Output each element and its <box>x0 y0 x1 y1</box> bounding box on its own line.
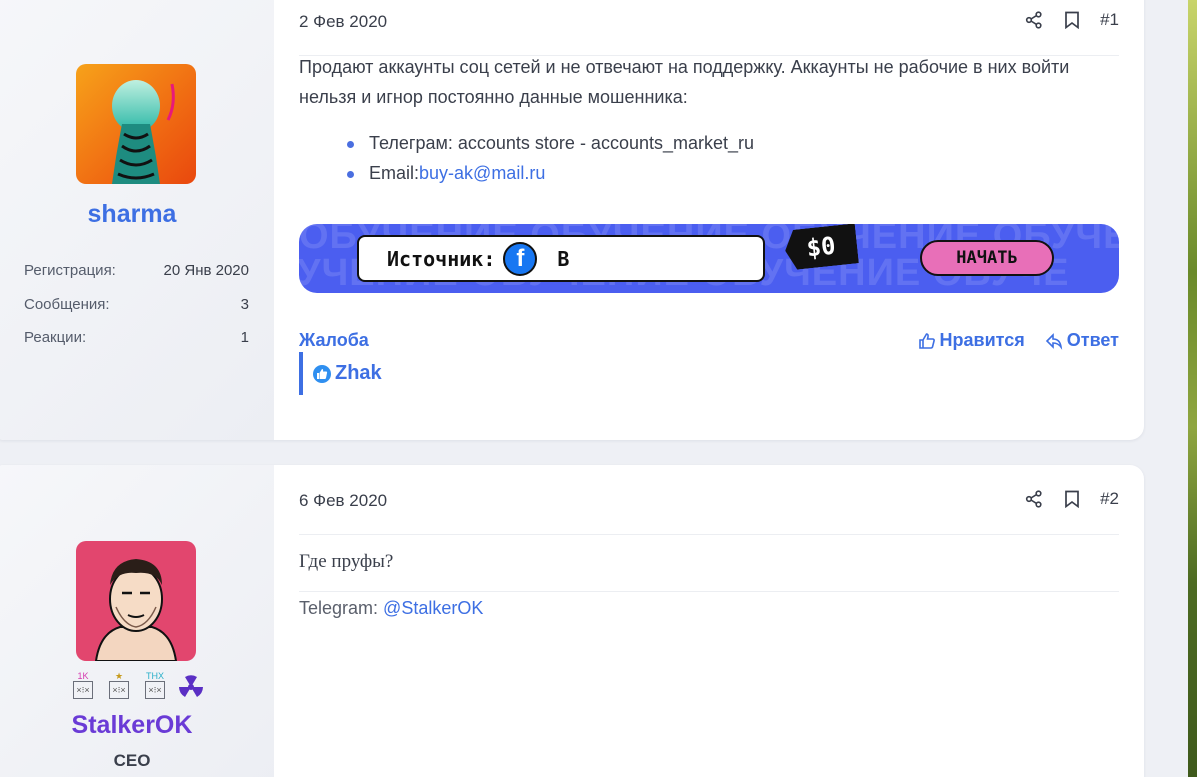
post-content: 2 Фев 2020 #1 Продают аккаунты соц сетей… <box>299 0 1119 440</box>
thumbs-up-icon <box>918 332 935 349</box>
reply-button[interactable]: Ответ <box>1045 330 1119 351</box>
like-reaction-icon <box>313 364 331 383</box>
stat-label: Реакции: <box>24 329 87 346</box>
report-link[interactable]: Жалоба <box>299 330 369 351</box>
signature: Telegram: @StalkerOK <box>299 591 1119 619</box>
list-item: Email:buy-ak@mail.ru <box>347 158 754 188</box>
username-text[interactable]: sharma <box>88 200 177 228</box>
bookmark-icon[interactable] <box>1062 489 1082 509</box>
post-date[interactable]: 6 Фев 2020 <box>299 491 387 511</box>
signature-link[interactable]: @StalkerOK <box>383 598 483 618</box>
username-text[interactable]: StalkerOK <box>72 711 193 739</box>
post-number[interactable]: #1 <box>1100 10 1119 30</box>
badge-thx[interactable]: THX ×⁝× <box>142 671 168 699</box>
background-edge <box>1188 0 1197 777</box>
stat-messages: Сообщения: 3 <box>24 296 249 330</box>
post-2: 1K ×⁝× ★ ×⁝× THX ×⁝× StalkerOK CEO 6 Фев… <box>0 465 1144 777</box>
avatar[interactable] <box>76 64 196 184</box>
trophy-icon: ×⁝× <box>109 681 129 699</box>
user-stats: Регистрация: 20 Янв 2020 Сообщения: 3 Ре… <box>24 262 249 363</box>
badge-radiation[interactable] <box>178 671 204 699</box>
banner-source-box: Источник: f В <box>357 235 765 282</box>
ad-banner[interactable]: ОБУЧЕНИЕ ОБУЧЕНИЕ ОБУЧЕНИЕ ОБУЧЕ ОБУЧЕНИ… <box>299 224 1119 293</box>
post-number[interactable]: #2 <box>1100 489 1119 509</box>
price-tag: $0 <box>783 224 859 271</box>
post-date[interactable]: 2 Фев 2020 <box>299 12 387 32</box>
stat-label: Регистрация: <box>24 262 116 279</box>
post-1: sharma Регистрация: 20 Янв 2020 Сообщени… <box>0 0 1144 440</box>
footer-actions: Нравится Ответ <box>918 330 1119 351</box>
stat-label: Сообщения: <box>24 295 110 313</box>
reply-icon <box>1045 332 1062 350</box>
trophy-icon: ×⁝× <box>73 681 93 699</box>
list-item: Телеграм: accounts store - accounts_mark… <box>347 128 754 158</box>
email-link[interactable]: buy-ak@mail.ru <box>419 163 545 183</box>
telegram-contact: Телеграм: accounts store - accounts_mark… <box>369 133 755 153</box>
post-content: 6 Фев 2020 #2 Где пруфы? Telegram: @Stal… <box>299 465 1119 777</box>
facebook-icon: f <box>503 241 538 276</box>
like-label[interactable]: Нравится <box>940 330 1025 351</box>
reply-label[interactable]: Ответ <box>1067 330 1119 351</box>
user-badges: 1K ×⁝× ★ ×⁝× THX ×⁝× <box>70 671 204 699</box>
radiation-icon <box>179 675 203 697</box>
start-button[interactable]: НАЧАТЬ <box>920 240 1054 276</box>
reactions-bar: Zhak <box>299 352 382 395</box>
badge-star[interactable]: ★ ×⁝× <box>106 671 132 699</box>
share-icon[interactable] <box>1024 10 1044 30</box>
source-tail: В <box>557 246 570 271</box>
signature-prefix: Telegram: <box>299 598 384 618</box>
stat-registration: Регистрация: 20 Янв 2020 <box>24 262 249 296</box>
post-header: 2 Фев 2020 #1 <box>299 0 1119 56</box>
source-label: Источник: <box>387 246 496 271</box>
badge-1k[interactable]: 1K ×⁝× <box>70 671 96 699</box>
post-message: Продают аккаунты соц сетей и не отвечают… <box>299 57 1070 107</box>
post-header: 6 Фев 2020 #2 <box>299 475 1119 535</box>
trophy-icon: ×⁝× <box>145 681 165 699</box>
post-actions: #2 <box>1024 489 1119 509</box>
user-panel: 1K ×⁝× ★ ×⁝× THX ×⁝× StalkerOK CEO <box>0 465 274 777</box>
user-role: CEO <box>113 751 151 770</box>
stat-reactions: Реакции: 1 <box>24 329 249 363</box>
post-footer: Жалоба Нравится Ответ <box>299 330 1119 356</box>
stat-value: 1 <box>240 329 249 346</box>
post-actions: #1 <box>1024 10 1119 30</box>
user-panel: sharma Регистрация: 20 Янв 2020 Сообщени… <box>0 0 274 440</box>
username[interactable]: sharma <box>0 200 274 229</box>
stat-value: 3 <box>240 295 249 313</box>
reaction-user[interactable]: Zhak <box>335 362 382 385</box>
bullet-list: Телеграм: accounts store - accounts_mark… <box>347 128 754 188</box>
post-message: Где пруфы? <box>299 551 394 572</box>
like-button[interactable]: Нравится <box>918 330 1025 351</box>
share-icon[interactable] <box>1024 489 1044 509</box>
bookmark-icon[interactable] <box>1062 10 1082 30</box>
stat-value: 20 Янв 2020 <box>163 262 249 279</box>
email-prefix: Email: <box>369 163 420 183</box>
avatar[interactable] <box>76 541 196 661</box>
username[interactable]: StalkerOK <box>0 711 274 740</box>
